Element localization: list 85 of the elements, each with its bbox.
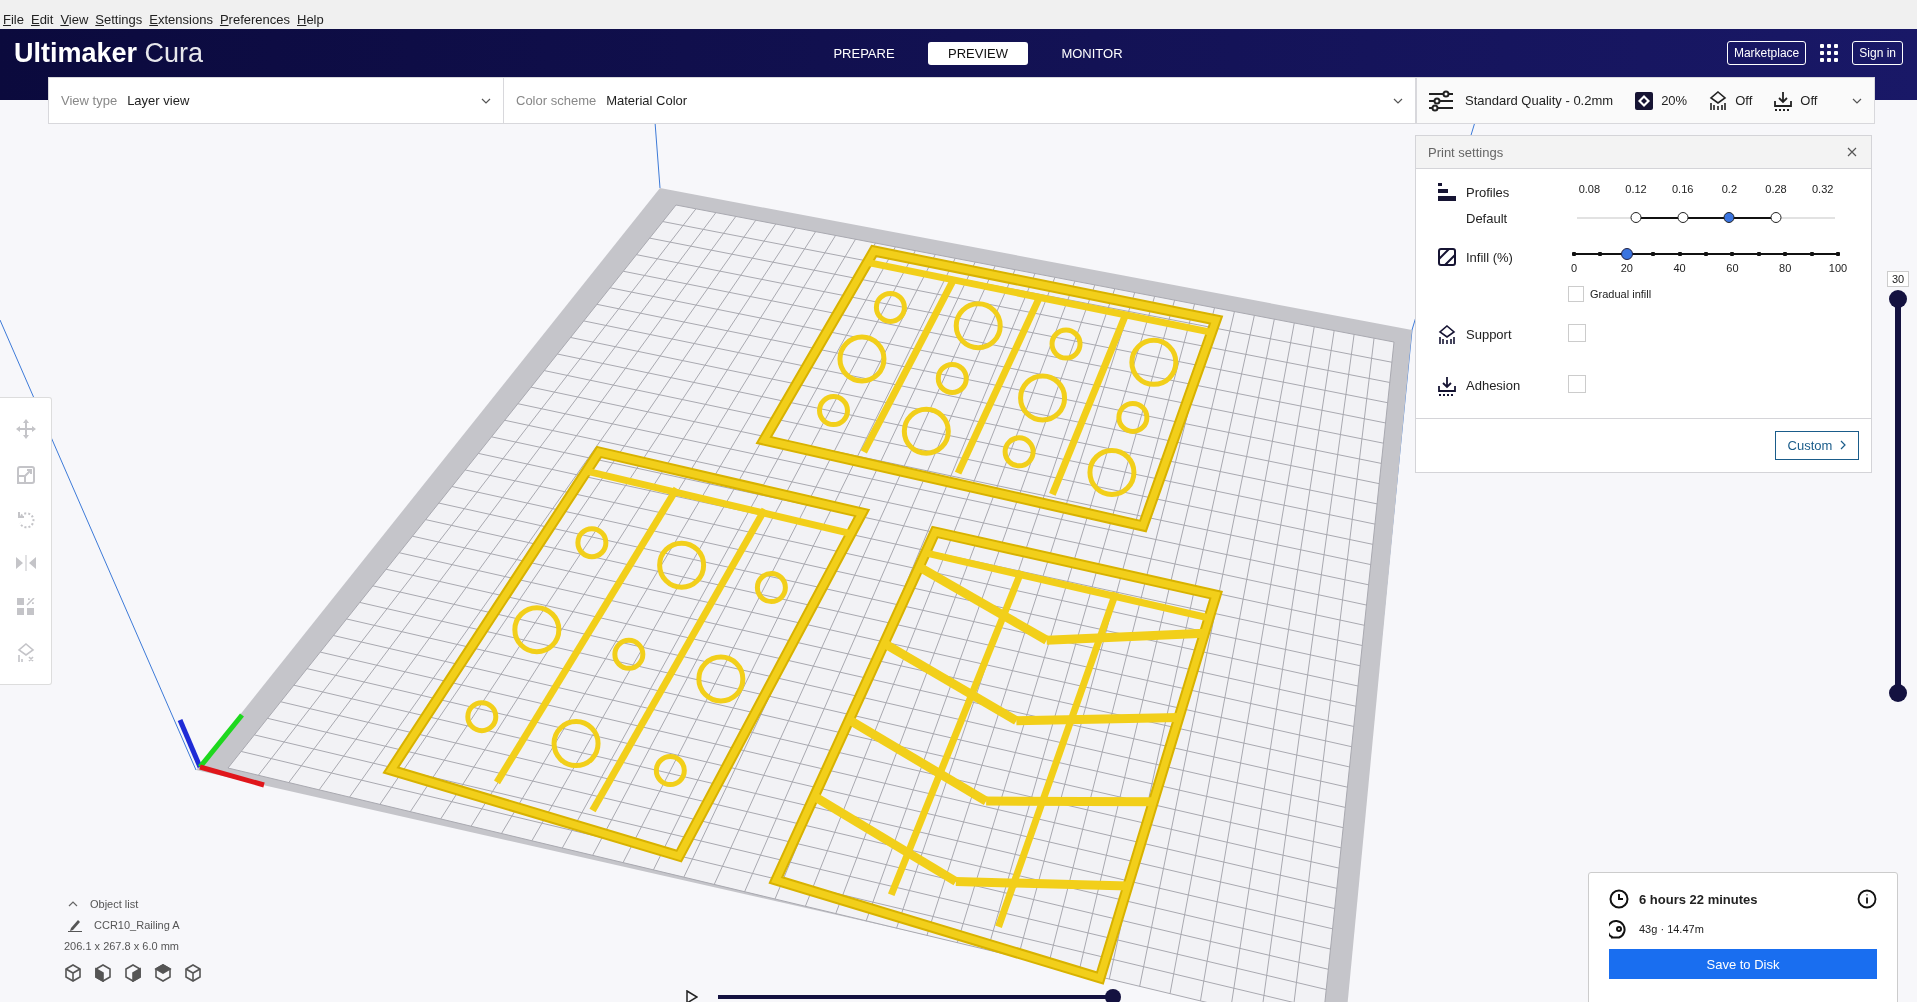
adhesion-icon — [1774, 90, 1793, 111]
infill-tick-label: 80 — [1779, 262, 1792, 274]
profile-name: Standard Quality - 0.2mm — [1465, 93, 1614, 108]
object-list-toggle[interactable]: Object list — [90, 898, 139, 910]
layer-height-label: 0.2 — [1720, 183, 1738, 195]
caret-up-icon[interactable] — [68, 901, 78, 907]
print-time: 6 hours 22 minutes — [1639, 891, 1758, 907]
camera-view-icon[interactable] — [154, 964, 172, 982]
checkbox[interactable] — [1568, 286, 1584, 302]
infill-icon — [1635, 91, 1654, 110]
infill-tick-label: 60 — [1726, 262, 1739, 274]
menu-item[interactable]: Edit — [30, 12, 54, 27]
support-value: Off — [1735, 93, 1753, 108]
slider-handle[interactable] — [1889, 290, 1907, 308]
view-type-dropdown[interactable]: View type Layer view — [48, 77, 504, 124]
camera-view-icon[interactable] — [94, 964, 112, 982]
infill-tick-label: 20 — [1620, 262, 1633, 274]
menu-item[interactable]: Help — [297, 12, 324, 27]
layer-height-option[interactable] — [1770, 212, 1782, 223]
infill-slider[interactable] — [1574, 248, 1838, 260]
chevron-right-icon — [1840, 440, 1846, 450]
adhesion-value: Off — [1800, 93, 1818, 108]
infill-label: Infill (%) — [1466, 249, 1513, 265]
adhesion-icon — [1438, 375, 1456, 396]
slider-thumb[interactable] — [1620, 248, 1633, 260]
slider-handle[interactable] — [1105, 989, 1121, 1002]
object-dimensions: 206.1 x 267.8 x 6.0 mm — [64, 940, 180, 952]
clock-icon — [1609, 889, 1629, 909]
chevron-down-icon — [1393, 97, 1403, 104]
infill-tick-label: 40 — [1673, 262, 1686, 274]
layer-height-label: 0.32 — [1811, 183, 1835, 195]
info-icon[interactable] — [1857, 889, 1877, 909]
infill-tick-label: 100 — [1828, 262, 1848, 274]
layer-height-option[interactable] — [1677, 212, 1689, 223]
support-icon — [1438, 324, 1456, 345]
camera-view-icon[interactable] — [64, 964, 82, 982]
layer-height-label: 0.08 — [1577, 183, 1602, 195]
marketplace-button[interactable]: Marketplace — [1726, 41, 1807, 65]
app-logo: Ultimaker Cura — [14, 37, 205, 69]
chevron-down-icon — [481, 97, 491, 104]
layer-slider[interactable] — [1889, 290, 1907, 702]
layer-height-label: 0.16 — [1670, 183, 1695, 195]
print-settings-summary[interactable]: Standard Quality - 0.2mm 20% Off Off — [1416, 77, 1875, 124]
menu-item[interactable]: Settings — [95, 12, 143, 27]
sliders-icon — [1429, 89, 1453, 112]
profiles-icon — [1438, 183, 1456, 201]
apps-grid-icon[interactable] — [1820, 44, 1839, 62]
save-to-disk-button[interactable]: Save to Disk — [1609, 949, 1877, 979]
stage-tab[interactable]: PREPARE — [814, 41, 914, 65]
menu-item[interactable]: File — [3, 12, 24, 27]
layer-height-label: 0.12 — [1624, 183, 1648, 195]
sign-in-button[interactable]: Sign in — [1852, 41, 1903, 65]
support-icon — [1709, 90, 1728, 111]
slider-handle[interactable] — [1889, 684, 1907, 702]
stage-tab[interactable]: PREVIEW — [928, 41, 1028, 65]
menu-item[interactable]: View — [60, 12, 89, 27]
layer-height-label: 0.28 — [1764, 183, 1788, 195]
menu-item[interactable]: Preferences — [219, 12, 290, 27]
infill-icon — [1438, 248, 1456, 266]
menu-item[interactable]: Extensions — [149, 12, 213, 27]
chevron-down-icon — [1852, 97, 1862, 104]
pencil-icon[interactable] — [68, 918, 82, 932]
panel-title: Print settings — [1428, 144, 1504, 160]
infill-value: 20% — [1661, 93, 1688, 108]
gradual-infill-label: Gradual infill — [1590, 288, 1652, 300]
play-icon[interactable] — [686, 990, 698, 1002]
custom-button[interactable]: Custom — [1774, 431, 1859, 460]
infill-tick-label: 0 — [1570, 262, 1578, 274]
adhesion-label: Adhesion — [1466, 378, 1521, 393]
checkbox[interactable] — [1568, 324, 1586, 342]
spool-icon — [1609, 919, 1629, 939]
layer-number-field[interactable]: 30 — [1886, 271, 1910, 287]
camera-view-icon[interactable] — [184, 964, 202, 982]
color-scheme-dropdown[interactable]: Color scheme Material Color — [504, 77, 1416, 124]
stage-tab[interactable]: MONITOR — [1042, 41, 1142, 65]
support-label: Support — [1466, 327, 1512, 342]
camera-view-icon[interactable] — [124, 964, 142, 982]
profile-default-label: Default — [1466, 211, 1508, 226]
checkbox[interactable] — [1568, 375, 1586, 393]
layer-height-option[interactable] — [1723, 212, 1735, 223]
close-button[interactable] — [1845, 145, 1859, 159]
layer-height-option[interactable] — [1630, 212, 1642, 223]
profiles-label: Profiles — [1466, 184, 1510, 200]
object-name[interactable]: CCR10_Railing A — [94, 919, 180, 931]
material-usage: 43g · 14.47m — [1639, 923, 1704, 935]
